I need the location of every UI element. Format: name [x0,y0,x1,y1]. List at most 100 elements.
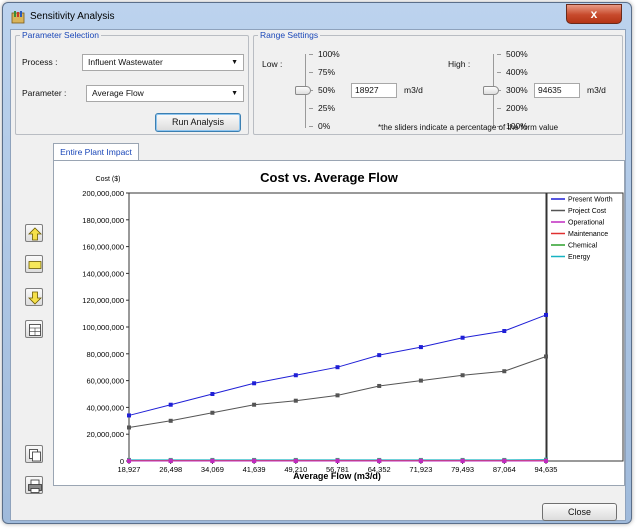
y-tick-label: 60,000,000 [86,377,124,386]
run-analysis-button[interactable]: Run Analysis [155,113,241,132]
data-point [168,402,173,407]
data-point [418,345,423,350]
table-icon [29,324,41,336]
data-point [168,459,173,463]
print-icon [28,479,42,493]
x-tick-label: 94,635 [535,465,558,474]
arrow-up-icon [28,227,42,241]
y-tick-label: 200,000,000 [82,189,124,198]
data-point [335,459,340,463]
high-label: High : [448,59,471,69]
high-tick-label: 300% [506,85,528,95]
data-point [377,383,382,388]
data-point [502,369,507,374]
y-tick-label: 40,000,000 [86,403,124,412]
y-tick-label: 80,000,000 [86,350,124,359]
y-tick-label: 20,000,000 [86,430,124,439]
legend-label: Chemical [568,243,598,250]
data-point [210,459,215,463]
data-point [335,393,340,398]
data-point [127,459,131,463]
y-tick-label: 140,000,000 [82,269,124,278]
data-point [168,418,173,423]
y-tick-label: 100,000,000 [82,323,124,332]
y-tick-label: 160,000,000 [82,243,124,252]
app-icon [11,11,25,24]
slider-note: *the sliders indicate a percentage of th… [378,123,559,132]
low-tick [309,72,313,73]
high-value-input[interactable]: 94635 [534,83,580,98]
data-point [127,425,131,430]
window-content: Parameter Selection Process : Influent W… [10,29,626,521]
data-point [252,381,257,386]
parameter-selection-group: Parameter Selection Process : Influent W… [15,30,249,135]
arrow-down-icon [28,291,42,305]
data-point [293,459,298,463]
data-point [460,335,465,340]
high-tick [497,108,501,109]
x-tick-label: 26,498 [159,465,182,474]
high-unit-label: m3/d [587,85,606,95]
low-slider-thumb[interactable] [295,86,311,95]
parameter-select[interactable]: Average Flow ▼ [86,85,244,102]
process-select-value: Influent Wastewater [88,57,163,67]
low-tick-label: 75% [318,67,336,77]
data-point [544,312,548,317]
y-tick-label: 180,000,000 [82,216,124,225]
low-value-input[interactable]: 18927 [351,83,397,98]
data-point [335,365,340,370]
window-close-button[interactable]: x [566,4,622,24]
high-tick-label: 400% [506,67,528,77]
data-point [418,459,423,463]
chart-panel: Cost vs. Average Flow Cost ($) Average F… [53,160,625,486]
move-down-button[interactable] [25,288,43,306]
data-point [502,329,507,334]
x-tick-label: 79,493 [451,465,474,474]
x-tick-label: 71,923 [409,465,432,474]
window-title: Sensitivity Analysis [30,11,115,22]
data-point [293,373,298,378]
low-tick-label: 25% [318,103,336,113]
data-point [460,373,465,378]
high-tick [497,72,501,73]
data-point [502,459,507,463]
x-tick-label: 64,352 [368,465,391,474]
move-up-button[interactable] [25,224,43,242]
sensitivity-analysis-window: Sensitivity Analysis x Parameter Selecti… [2,2,632,524]
data-point [252,459,257,463]
process-select[interactable]: Influent Wastewater ▼ [82,54,244,71]
data-point [252,402,257,407]
data-point [544,459,548,463]
data-table-button[interactable] [25,320,43,338]
process-label: Process : [22,57,58,67]
x-tick-label: 49,210 [284,465,307,474]
data-point [418,378,423,383]
rectangle-icon [28,261,42,269]
legend-label: Maintenance [568,231,608,238]
low-tick-label: 0% [318,121,331,131]
legend-label: Operational [568,220,605,227]
data-point [127,413,131,418]
low-tick-label: 100% [318,49,340,59]
x-tick-label: 56,781 [326,465,349,474]
fit-button[interactable] [25,255,43,273]
x-tick-label: 41,639 [243,465,266,474]
y-axis-label: Cost ($) [96,176,121,183]
low-tick [309,54,313,55]
close-button[interactable]: Close [542,503,617,521]
title-bar[interactable]: Sensitivity Analysis x [3,3,631,31]
y-tick-label: 120,000,000 [82,296,124,305]
low-tick [309,108,313,109]
print-button[interactable] [25,476,43,494]
data-point [293,398,298,403]
high-tick-label: 500% [506,49,528,59]
copy-button[interactable] [25,445,43,463]
high-slider-thumb[interactable] [483,86,499,95]
data-point [460,459,465,463]
low-tick-label: 50% [318,85,336,95]
range-settings-title: Range Settings [258,30,321,40]
parameter-selection-title: Parameter Selection [20,30,102,40]
cost-chart: Cost vs. Average Flow Cost ($) Average F… [82,170,624,481]
chart-title: Cost vs. Average Flow [260,170,399,185]
tab-entire-plant-impact[interactable]: Entire Plant Impact [53,143,139,161]
